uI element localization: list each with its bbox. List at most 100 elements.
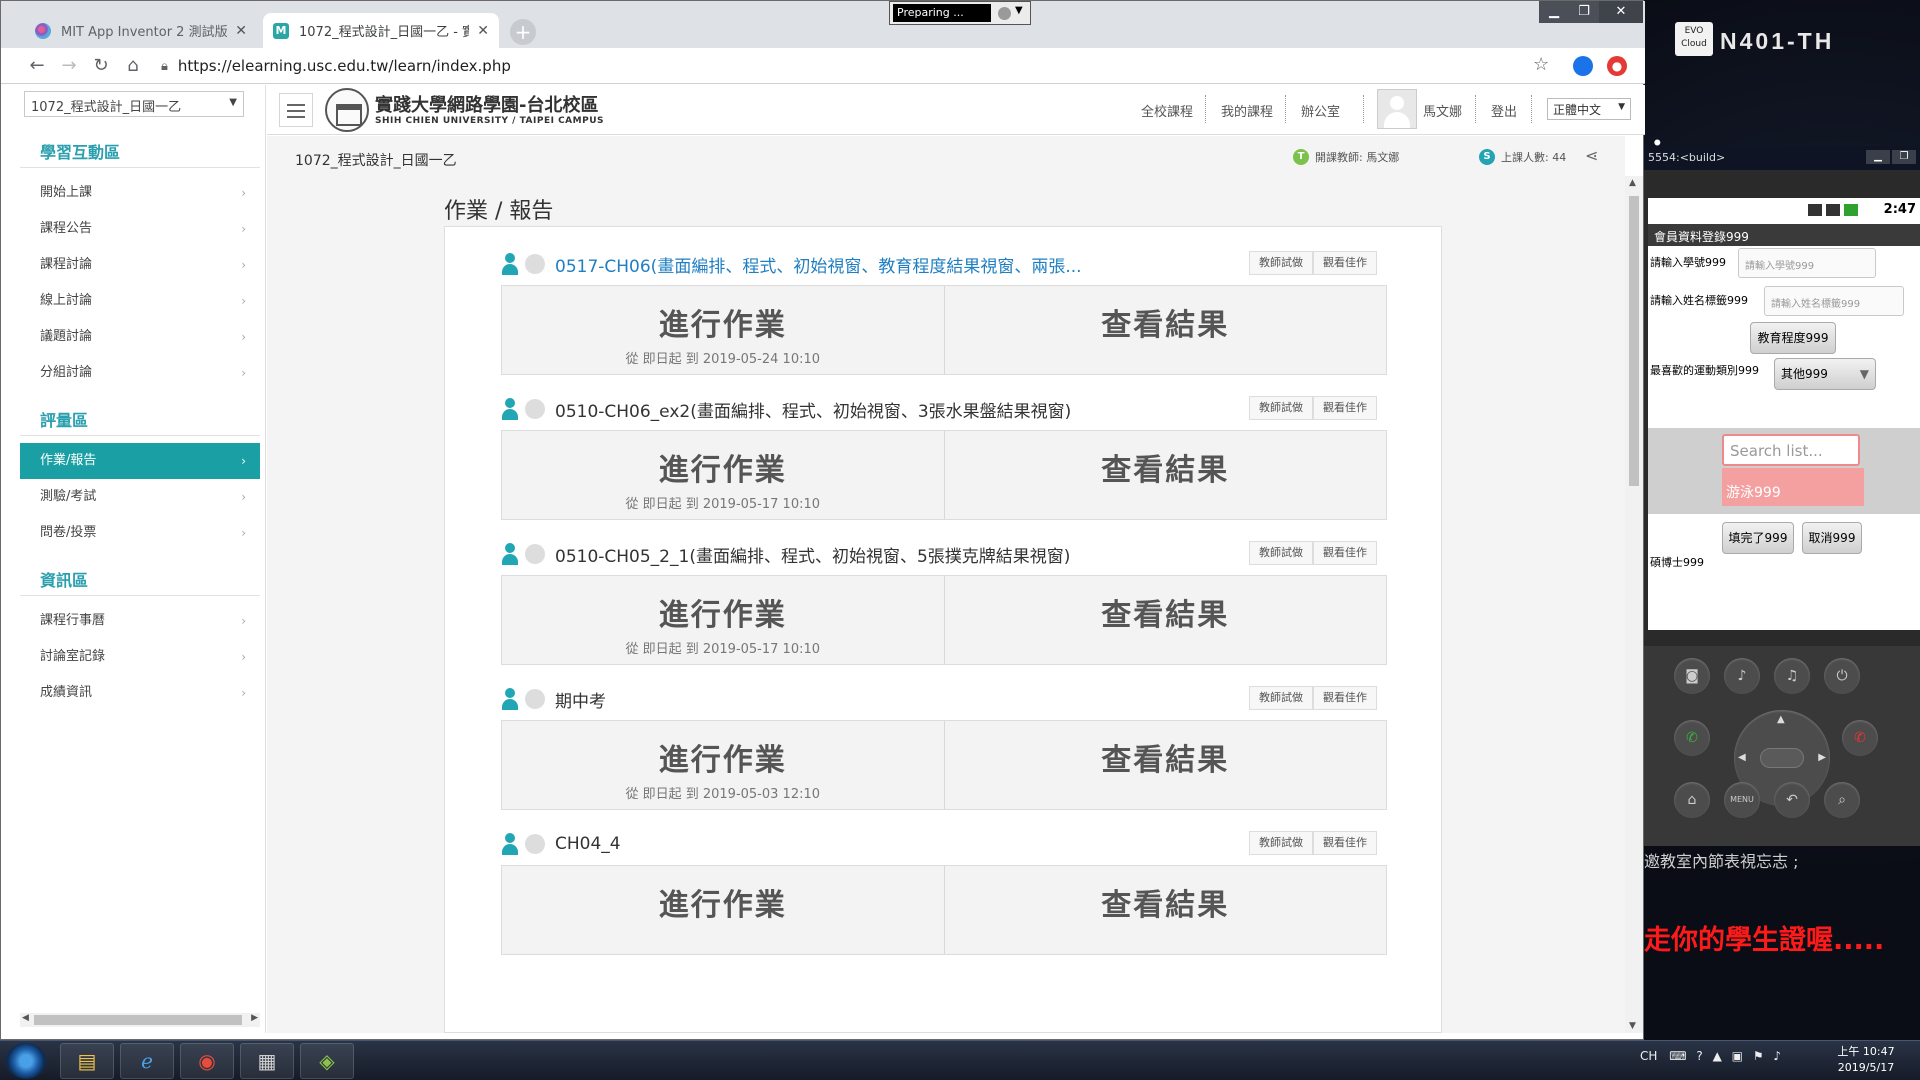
user-name[interactable]: 馬文娜 bbox=[1423, 101, 1462, 120]
sidebar-item-announcements[interactable]: 課程公告 › bbox=[20, 211, 260, 247]
home-icon[interactable]: ⌂ bbox=[1674, 782, 1710, 818]
sidebar-item-online-discussion[interactable]: 線上討論 › bbox=[20, 283, 260, 319]
view-best-button[interactable]: 觀看佳作 bbox=[1313, 541, 1377, 565]
bookmark-star-icon[interactable]: ☆ bbox=[1533, 54, 1549, 75]
list-search-input[interactable]: Search list... bbox=[1722, 434, 1860, 466]
scroll-left-icon[interactable]: ◀ bbox=[22, 1013, 29, 1023]
address-bar[interactable]: 🔒︎ https://elearning.usc.edu.tw/learn/in… bbox=[161, 52, 1541, 80]
page-vertical-scrollbar[interactable]: ▲ ▼ bbox=[1625, 176, 1643, 1033]
volume-down-icon[interactable]: ♪ bbox=[1724, 658, 1760, 694]
sidebar-item-grades[interactable]: 成績資訊 › bbox=[20, 675, 260, 711]
teacher-demo-button[interactable]: 教師試做 bbox=[1249, 686, 1313, 710]
chrome-icon[interactable]: ◉ bbox=[180, 1043, 234, 1079]
tray-expand-icon[interactable]: ▲ bbox=[1713, 1049, 1722, 1063]
teacher-demo-button[interactable]: 教師試做 bbox=[1249, 396, 1313, 420]
dpad-left-icon[interactable]: ◀ bbox=[1738, 752, 1746, 763]
assignment-title[interactable]: 期中考 bbox=[555, 687, 606, 712]
sidebar-item-group-discussion[interactable]: 分組討論 › bbox=[20, 355, 260, 391]
course-select[interactable]: 1072_程式設計_日國一乙 ▼ bbox=[24, 91, 244, 117]
dropdown-arrow-icon[interactable]: ▼ bbox=[1015, 5, 1023, 16]
extension-icon[interactable]: ● bbox=[1607, 56, 1627, 76]
view-best-button[interactable]: 觀看佳作 bbox=[1313, 251, 1377, 275]
language-select[interactable]: 正體中文 ▼ bbox=[1547, 98, 1631, 120]
document-app-icon[interactable]: ▦ bbox=[240, 1043, 294, 1079]
end-call-icon[interactable]: ✆ bbox=[1842, 720, 1878, 756]
cancel-button[interactable]: 取消999 bbox=[1802, 522, 1862, 554]
menu-button[interactable]: MENU bbox=[1724, 782, 1760, 818]
dpad-right-icon[interactable]: ▶ bbox=[1818, 752, 1826, 763]
view-result-button[interactable]: 查看結果 bbox=[943, 576, 1387, 664]
sidebar-item-chat-records[interactable]: 討論室記錄 › bbox=[20, 639, 260, 675]
tab-app-inventor[interactable]: MIT App Inventor 2 測試版 ✕ bbox=[25, 13, 257, 48]
scrollbar-thumb[interactable] bbox=[1629, 196, 1639, 486]
nav-all-courses[interactable]: 全校課程 bbox=[1141, 101, 1193, 120]
do-assignment-button[interactable]: 進行作業 從 即日起 到 2019-05-24 10:10 bbox=[502, 286, 944, 374]
volume-up-icon[interactable]: ♫ bbox=[1774, 658, 1810, 694]
dpad-up-icon[interactable]: ▲ bbox=[1777, 714, 1785, 725]
recorder-widget[interactable]: Preparing ... ▼ bbox=[889, 1, 1031, 25]
internet-explorer-icon[interactable]: ℯ bbox=[120, 1043, 174, 1079]
education-button[interactable]: 教育程度999 bbox=[1750, 322, 1836, 354]
keyboard-icon[interactable]: ⌨ bbox=[1669, 1049, 1686, 1063]
file-explorer-icon[interactable]: ▤ bbox=[60, 1043, 114, 1079]
teacher-demo-button[interactable]: 教師試做 bbox=[1249, 831, 1313, 855]
view-result-button[interactable]: 查看結果 bbox=[943, 866, 1387, 954]
do-assignment-button[interactable]: 進行作業 bbox=[502, 866, 944, 954]
system-tray[interactable]: CH ⌨ ? ▲ ▣ ⚑ ♪ bbox=[1640, 1049, 1781, 1063]
maximize-button[interactable]: ❐ bbox=[1569, 1, 1599, 23]
view-best-button[interactable]: 觀看佳作 bbox=[1313, 831, 1377, 855]
scroll-up-icon[interactable]: ▲ bbox=[1629, 178, 1636, 188]
sidebar-item-calendar[interactable]: 課程行事曆 › bbox=[20, 603, 260, 639]
new-tab-button[interactable]: + bbox=[510, 19, 536, 45]
assignment-title[interactable]: 0517-CH06(畫面編排、程式、初始視窗、教育程度結果視窗、兩張... bbox=[555, 252, 1082, 277]
menu-toggle-button[interactable] bbox=[279, 93, 313, 127]
flag-icon[interactable]: ⚑ bbox=[1753, 1049, 1764, 1063]
power-icon[interactable]: ⏻ bbox=[1824, 658, 1860, 694]
profile-avatar-icon[interactable] bbox=[1573, 56, 1593, 76]
view-result-button[interactable]: 查看結果 bbox=[943, 431, 1387, 519]
sidebar-item-course-discussion[interactable]: 課程討論 › bbox=[20, 247, 260, 283]
back-icon[interactable]: ↶ bbox=[1774, 782, 1810, 818]
list-item[interactable]: 游泳999 bbox=[1722, 468, 1864, 506]
sidebar-item-assignments[interactable]: 作業/報告 › bbox=[20, 443, 260, 479]
teacher-demo-button[interactable]: 教師試做 bbox=[1249, 541, 1313, 565]
record-icon[interactable] bbox=[998, 7, 1011, 20]
do-assignment-button[interactable]: 進行作業 從 即日起 到 2019-05-17 10:10 bbox=[502, 576, 944, 664]
volume-icon[interactable]: ♪ bbox=[1773, 1049, 1781, 1063]
nav-office[interactable]: 辦公室 bbox=[1301, 101, 1340, 120]
reload-icon[interactable]: ↻ bbox=[89, 54, 113, 78]
view-result-button[interactable]: 查看結果 bbox=[943, 721, 1387, 809]
help-icon[interactable]: ? bbox=[1696, 1049, 1702, 1063]
tab-close-icon[interactable]: ✕ bbox=[235, 23, 247, 39]
student-id-input[interactable]: 請輸入學號999 bbox=[1738, 248, 1876, 278]
scrollbar-thumb[interactable] bbox=[34, 1015, 242, 1025]
view-best-button[interactable]: 觀看佳作 bbox=[1313, 396, 1377, 420]
start-button[interactable] bbox=[6, 1043, 46, 1079]
network-icon[interactable]: ▣ bbox=[1732, 1049, 1743, 1063]
done-button[interactable]: 填完了999 bbox=[1722, 522, 1794, 554]
forward-arrow-icon[interactable]: → bbox=[57, 54, 81, 78]
tab-elearning[interactable]: M 1072_程式設計_日國一乙 - 實踐 ✕ bbox=[263, 13, 499, 48]
name-input[interactable]: 請輸入姓名標籤999 bbox=[1764, 286, 1904, 316]
assignment-title[interactable]: CH04_4 bbox=[555, 834, 621, 854]
call-icon[interactable]: ✆ bbox=[1674, 720, 1710, 756]
logout-link[interactable]: 登出 bbox=[1491, 101, 1517, 120]
input-language[interactable]: CH bbox=[1640, 1049, 1657, 1063]
user-avatar[interactable] bbox=[1377, 89, 1417, 129]
assignment-title[interactable]: 0510-CH06_ex2(畫面編排、程式、初始視窗、3張水果盤結果視窗) bbox=[555, 397, 1071, 422]
sidebar-item-start-class[interactable]: 開始上課 › bbox=[20, 175, 260, 211]
sidebar-item-surveys[interactable]: 問卷/投票 › bbox=[20, 515, 260, 551]
view-result-button[interactable]: 查看結果 bbox=[943, 286, 1387, 374]
url-text[interactable]: https://elearning.usc.edu.tw/learn/index… bbox=[178, 57, 511, 75]
do-assignment-button[interactable]: 進行作業 從 即日起 到 2019-05-03 12:10 bbox=[502, 721, 944, 809]
dpad-center-button[interactable] bbox=[1760, 748, 1804, 768]
home-icon[interactable]: ⌂ bbox=[121, 54, 145, 78]
school-logo[interactable] bbox=[325, 88, 369, 132]
sidebar-item-exams[interactable]: 測驗/考試 › bbox=[20, 479, 260, 515]
search-icon[interactable]: ⌕ bbox=[1824, 782, 1860, 818]
online-count[interactable]: S 上課人數: 44 bbox=[1479, 149, 1566, 165]
minimize-button[interactable]: ▁ bbox=[1539, 1, 1569, 23]
view-best-button[interactable]: 觀看佳作 bbox=[1313, 686, 1377, 710]
close-window-button[interactable]: ✕ bbox=[1599, 1, 1643, 23]
android-icon[interactable]: ◈ bbox=[300, 1043, 354, 1079]
